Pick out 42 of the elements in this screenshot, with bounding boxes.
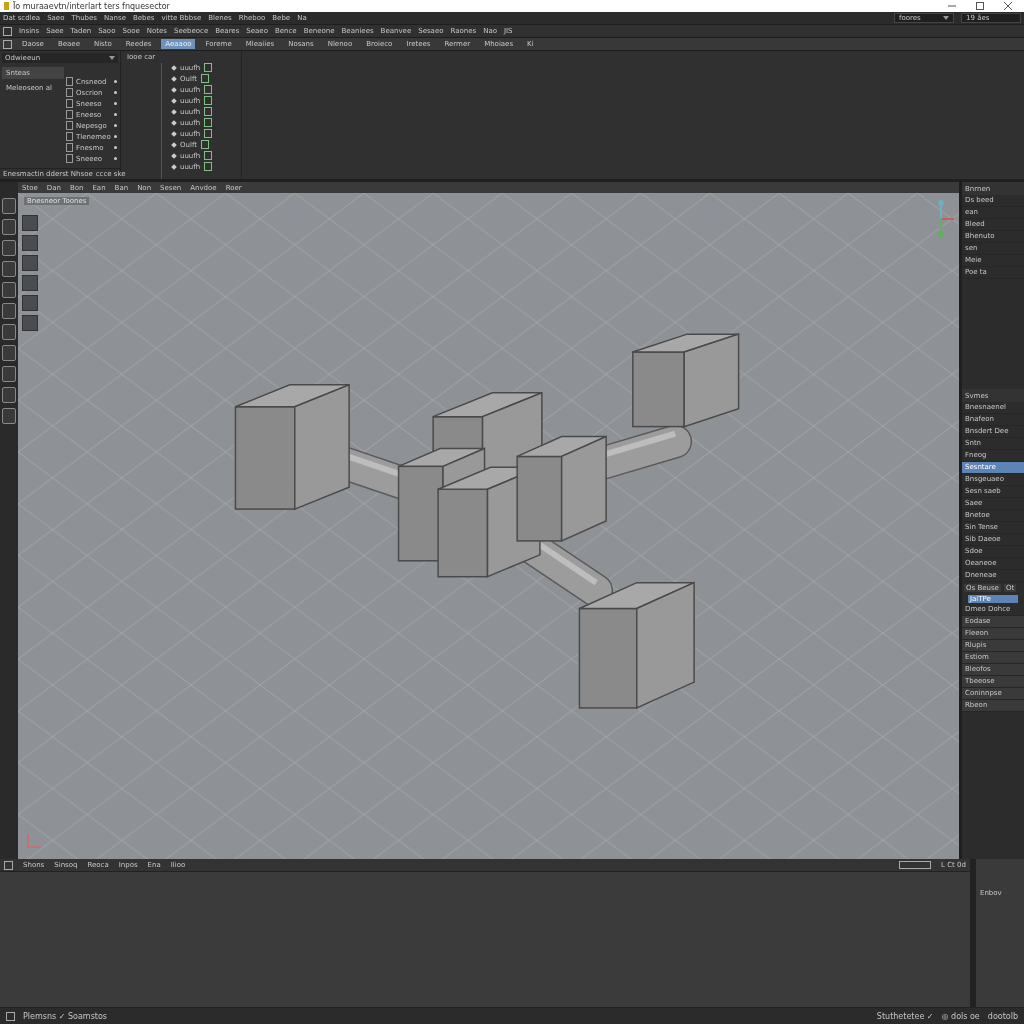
close-button[interactable] — [1004, 2, 1012, 10]
tool-icon[interactable] — [2, 366, 16, 382]
status-item: dootolb — [987, 1011, 1018, 1021]
status-item: Stuthetetee ✓ — [876, 1011, 934, 1021]
tool-icon[interactable] — [2, 219, 16, 235]
tool-icon[interactable] — [2, 387, 16, 403]
dot-icon — [114, 91, 117, 94]
tool-icon[interactable] — [2, 261, 16, 277]
dot-icon — [114, 113, 117, 116]
node-icon — [204, 129, 213, 138]
window-title: Ïo muraaevtn/interlart ters fnquesector — [13, 1, 170, 11]
dot-icon — [114, 135, 117, 138]
axis-gizmo-icon — [937, 199, 955, 239]
maximize-button[interactable] — [976, 2, 984, 10]
minimize-button[interactable] — [948, 2, 956, 10]
tool-icon[interactable] — [2, 408, 16, 424]
tool-icon[interactable] — [2, 198, 16, 214]
axis-icon — [26, 833, 42, 849]
node-icon — [204, 96, 213, 105]
node-icon — [204, 63, 213, 72]
dot-icon — [114, 146, 117, 149]
tool-icon[interactable] — [2, 345, 16, 361]
caret-icon — [943, 16, 949, 20]
node-icon — [201, 74, 209, 83]
node-icon — [204, 85, 213, 94]
tool-icon[interactable] — [2, 282, 16, 298]
node-icon — [204, 107, 213, 116]
status-text: Plemsns ✓ Soamstos — [23, 1011, 107, 1021]
status-item: ◎ dols oe — [941, 1011, 980, 1021]
node-icon — [204, 162, 213, 171]
dot-icon — [114, 102, 117, 105]
dot-icon — [114, 124, 117, 127]
node-icon — [201, 140, 209, 149]
node-icon — [204, 151, 213, 160]
app-logo-icon — [4, 2, 9, 10]
caret-icon — [109, 56, 115, 60]
tool-icon[interactable] — [2, 240, 16, 256]
tool-icon[interactable] — [2, 303, 16, 319]
dot-icon — [114, 157, 117, 160]
tool-icon[interactable] — [2, 324, 16, 340]
dot-icon — [114, 80, 117, 83]
node-icon — [204, 118, 213, 127]
